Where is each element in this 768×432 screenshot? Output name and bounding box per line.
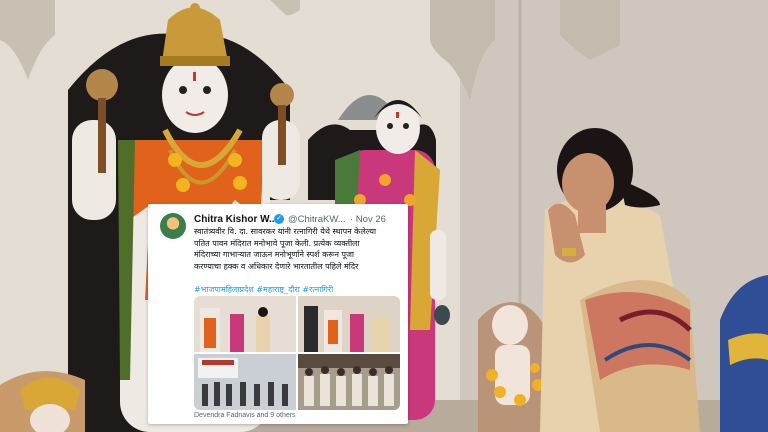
photo-tile-2[interactable] [298, 296, 400, 352]
tweet-hashtags[interactable]: #भाजपामहिलाप्रदेश #महाराष्ट्र_दौरा #रत्न… [194, 284, 404, 295]
tweet-date[interactable]: · Nov 26 [350, 214, 386, 225]
tweet-photo-grid[interactable] [194, 296, 400, 410]
tweet-text: स्वातंत्र्यवीर वि. दा. सावरकर यांनी रत्न… [194, 227, 377, 271]
tagged-users[interactable]: Devendra Fadnavis and 9 others [194, 412, 296, 419]
photo-tile-1[interactable] [194, 296, 296, 352]
author-name[interactable]: Chitra Kishor W... [194, 214, 277, 225]
author-handle[interactable]: @ChitraKW... [288, 214, 346, 225]
small-idol [478, 302, 548, 432]
photo-tile-3[interactable] [194, 354, 296, 410]
photo-tile-4[interactable] [298, 354, 400, 410]
author-avatar[interactable] [160, 213, 186, 239]
verified-badge-icon: ✓ [274, 214, 284, 224]
tweet-card[interactable]: Chitra Kishor W... ✓ @ChitraKW... · Nov … [148, 204, 408, 424]
small-idol-left [0, 371, 85, 432]
